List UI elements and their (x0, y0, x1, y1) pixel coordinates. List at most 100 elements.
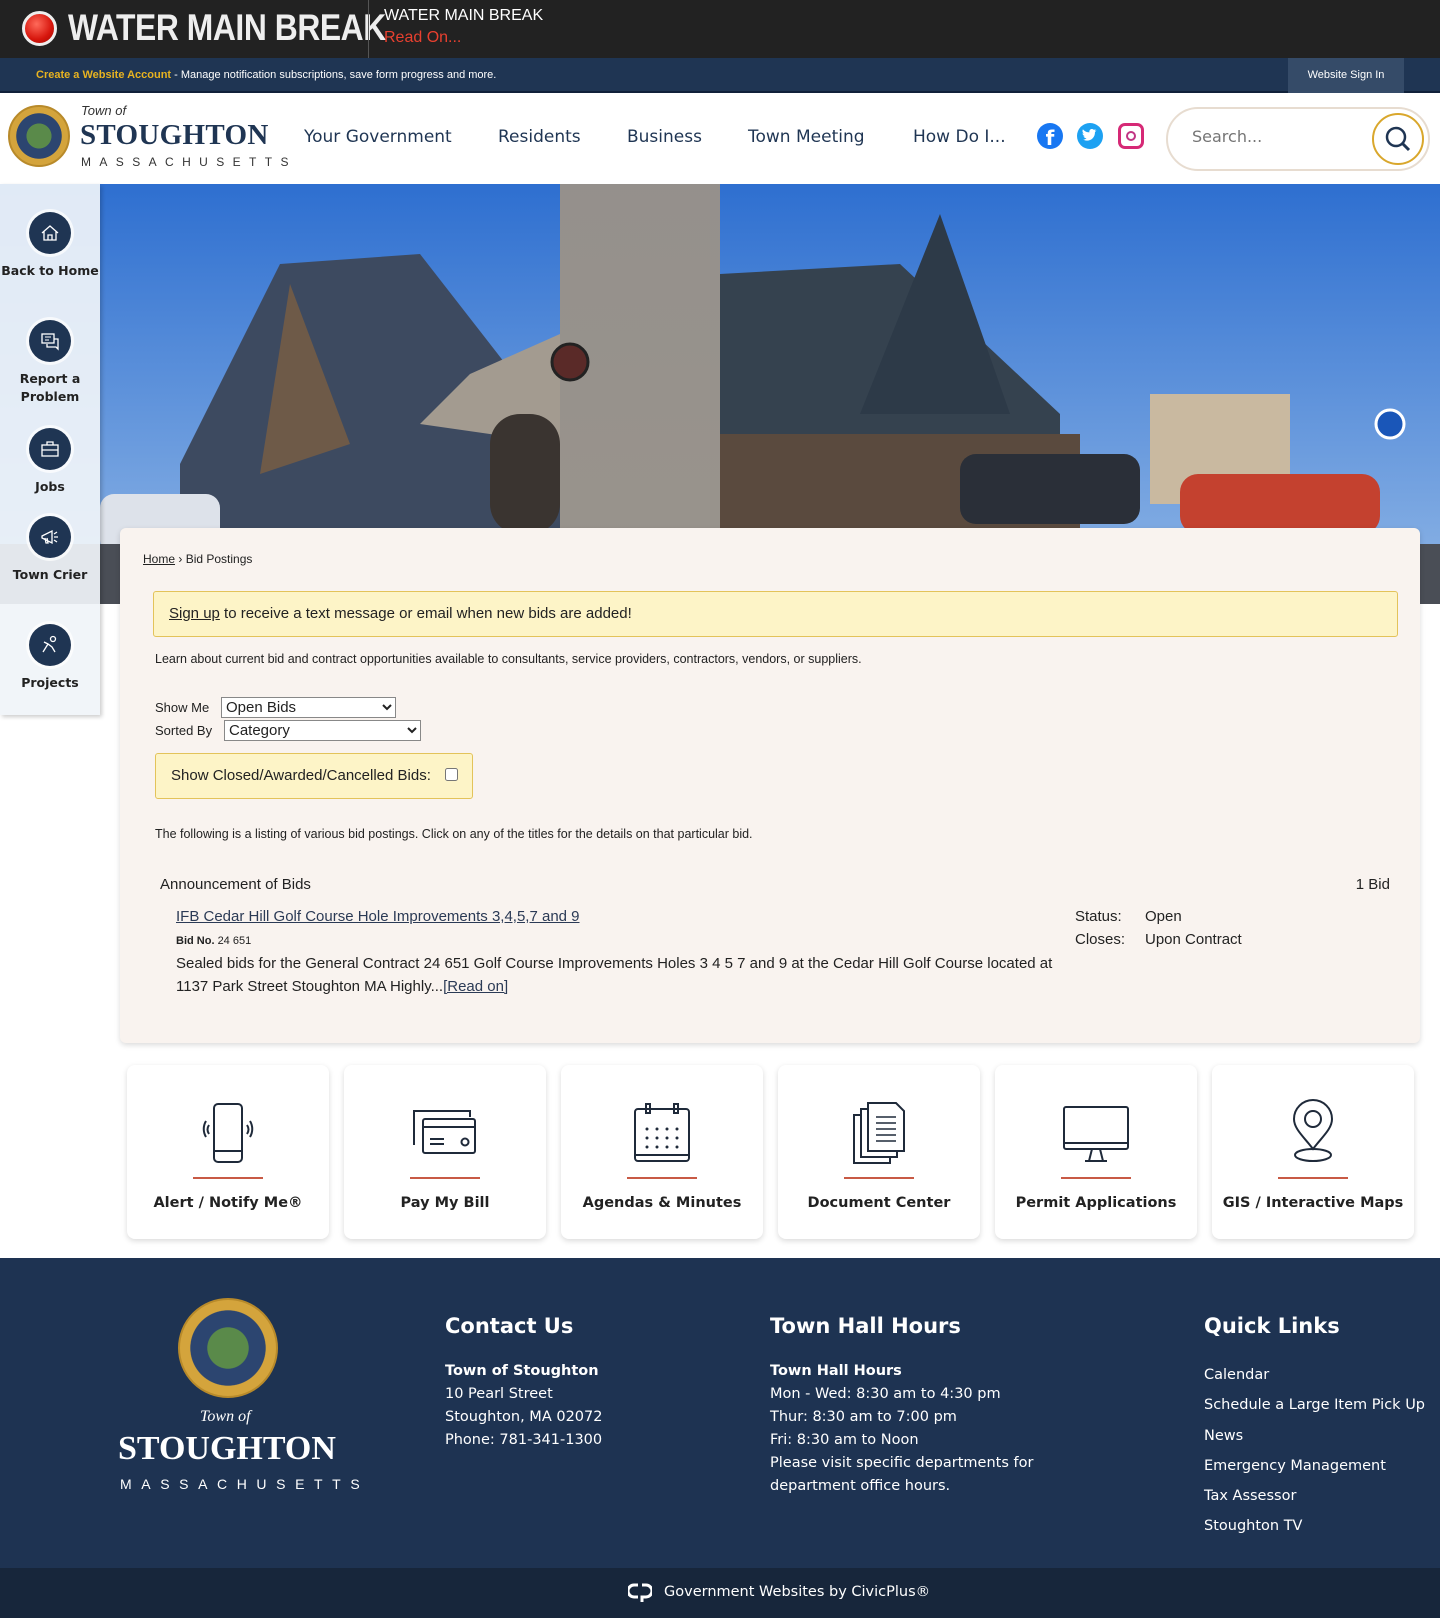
show-closed-box: Show Closed/Awarded/Cancelled Bids: (155, 753, 473, 799)
quick-link-news[interactable]: News (1204, 1428, 1243, 1444)
facebook-icon[interactable]: f (1037, 123, 1063, 149)
tile-agendas-minutes[interactable]: Agendas & Minutes (561, 1065, 763, 1239)
hours-note: Please visit specific departments for de… (770, 1455, 1034, 1494)
tile-label: Alert / Notify Me® (153, 1195, 303, 1211)
instagram-icon[interactable] (1118, 123, 1144, 149)
alert-banner: WATER MAIN BREAK WATER MAIN BREAK Read O… (0, 0, 1440, 58)
tile-pay-my-bill[interactable]: Pay My Bill (344, 1065, 546, 1239)
quick-link-tax-assessor[interactable]: Tax Assessor (1204, 1488, 1296, 1504)
intro-text: Learn about current bid and contract opp… (155, 652, 862, 666)
sidebar-item-back-to-home[interactable]: Back to Home (0, 212, 100, 280)
account-bar: Create a Website Account - Manage notifi… (0, 58, 1440, 93)
sorted-by-select[interactable]: Category (224, 720, 421, 741)
nav-town-meeting[interactable]: Town Meeting (748, 127, 865, 147)
search-input[interactable] (1192, 127, 1362, 146)
contact-info: Town of Stoughton 10 Pearl Street Stough… (445, 1360, 602, 1452)
civicplus-link[interactable]: Government Websites by CivicPlus® (664, 1584, 930, 1600)
contact-org: Town of Stoughton (445, 1363, 599, 1379)
logo-town-of[interactable]: Town of (81, 103, 126, 118)
create-account-link[interactable]: Create a Website Account (36, 69, 171, 81)
tile-alert-notify-me[interactable]: Alert / Notify Me® (127, 1065, 329, 1239)
tile-label: Agendas & Minutes (582, 1195, 742, 1211)
read-on-link[interactable]: [Read on] (443, 978, 508, 995)
contact-heading: Contact Us (445, 1314, 574, 1338)
tile-accent (627, 1177, 697, 1179)
logo-name[interactable]: STOUGHTON (80, 119, 269, 152)
hours-line: Thur: 8:30 am to 7:00 pm (770, 1409, 957, 1425)
quick-links-heading: Quick Links (1204, 1314, 1340, 1338)
sidebar-item-jobs[interactable]: Jobs (0, 428, 100, 496)
chat-icon (29, 320, 71, 362)
tile-document-center[interactable]: Document Center (778, 1065, 980, 1239)
footer-state: MASSACHUSETTS (120, 1476, 370, 1492)
breadcrumb-home[interactable]: Home (143, 552, 175, 566)
bid-title-link[interactable]: IFB Cedar Hill Golf Course Hole Improvem… (176, 908, 580, 925)
briefcase-icon (29, 428, 71, 470)
signup-link[interactable]: Sign up (169, 605, 220, 622)
sidebar: Back to Home Report a Problem Jobs Town … (0, 184, 100, 715)
nav-how-do-i[interactable]: How Do I... (913, 127, 1006, 147)
logo-state[interactable]: MASSACHUSETTS (81, 155, 297, 169)
breadcrumb-separator: › (175, 552, 186, 566)
show-me-select[interactable]: Open Bids (221, 697, 396, 718)
status-value: Open (1145, 908, 1182, 925)
bid-number: Bid No. 24 651 (176, 935, 251, 947)
monitor-icon (1063, 1106, 1129, 1162)
sidebar-item-town-crier[interactable]: Town Crier (0, 516, 100, 584)
quick-link-emergency-management[interactable]: Emergency Management (1204, 1458, 1386, 1474)
bid-postings-content: Home › Bid Postings Sign up to receive a… (120, 528, 1420, 1043)
twitter-icon[interactable] (1077, 123, 1103, 149)
tile-accent (844, 1177, 914, 1179)
show-closed-label: Show Closed/Awarded/Cancelled Bids: (171, 767, 431, 784)
map-pin-icon (1292, 1099, 1334, 1162)
show-me-label: Show Me (155, 700, 210, 715)
nav-residents[interactable]: Residents (498, 127, 581, 147)
footer-town-of: Town of (200, 1408, 251, 1425)
construction-worker-icon (29, 624, 71, 666)
bid-count: 1 Bid (1355, 876, 1390, 893)
search-box (1166, 107, 1430, 171)
tile-label: Pay My Bill (400, 1195, 490, 1211)
megaphone-icon (29, 516, 71, 558)
alert-icon (22, 11, 57, 46)
alert-read-on-link[interactable]: Read On... (384, 29, 461, 47)
sidebar-item-projects[interactable]: Projects (0, 624, 100, 692)
sidebar-item-label: Jobs (35, 479, 65, 494)
contact-address: 10 Pearl Street (445, 1386, 553, 1402)
home-icon (29, 212, 71, 254)
nav-your-government[interactable]: Your Government (304, 127, 452, 147)
footer-name: STOUGHTON (118, 1430, 336, 1467)
contact-city: Stoughton, MA 02072 (445, 1409, 603, 1425)
bid-number-label: Bid No. (176, 935, 215, 947)
search-icon (1385, 126, 1411, 152)
tile-accent (410, 1177, 480, 1179)
tile-gis-interactive-maps[interactable]: GIS / Interactive Maps (1212, 1065, 1414, 1239)
search-button[interactable] (1372, 113, 1424, 165)
town-seal-logo[interactable] (8, 105, 70, 167)
sign-in-button[interactable]: Website Sign In (1288, 58, 1404, 93)
sidebar-item-label: Projects (21, 675, 79, 690)
tile-accent (1278, 1177, 1348, 1179)
breadcrumb-current: Bid Postings (185, 552, 253, 566)
hours-subheading: Town Hall Hours (770, 1363, 902, 1379)
hours-line: Mon - Wed: 8:30 am to 4:30 pm (770, 1386, 1001, 1402)
signup-notice: Sign up to receive a text message or ema… (153, 591, 1398, 637)
footer-credit-bar: Government Websites by CivicPlus® (0, 1568, 1440, 1618)
quick-link-calendar[interactable]: Calendar (1204, 1367, 1269, 1383)
alert-title: WATER MAIN BREAK (384, 7, 544, 24)
civicplus-icon (628, 1583, 652, 1602)
quick-link-stoughton-tv[interactable]: Stoughton TV (1204, 1518, 1302, 1534)
category-heading: Announcement of Bids (160, 876, 311, 893)
quick-link-large-item-pickup[interactable]: Schedule a Large Item Pick Up (1204, 1397, 1425, 1413)
sidebar-item-label: Town Crier (12, 567, 88, 582)
credit-card-icon (413, 1110, 476, 1154)
account-message-text: - Manage notification subscriptions, sav… (171, 69, 497, 81)
footer-town-seal (178, 1298, 278, 1398)
sidebar-item-report-a-problem[interactable]: Report a Problem (0, 320, 100, 406)
status-label: Status: (1075, 908, 1122, 925)
tile-permit-applications[interactable]: Permit Applications (995, 1065, 1197, 1239)
nav-business[interactable]: Business (627, 127, 702, 147)
site-header: Town of STOUGHTON MASSACHUSETTS Your Gov… (0, 93, 1440, 184)
show-closed-checkbox[interactable] (445, 768, 458, 781)
hours-heading: Town Hall Hours (770, 1314, 961, 1338)
